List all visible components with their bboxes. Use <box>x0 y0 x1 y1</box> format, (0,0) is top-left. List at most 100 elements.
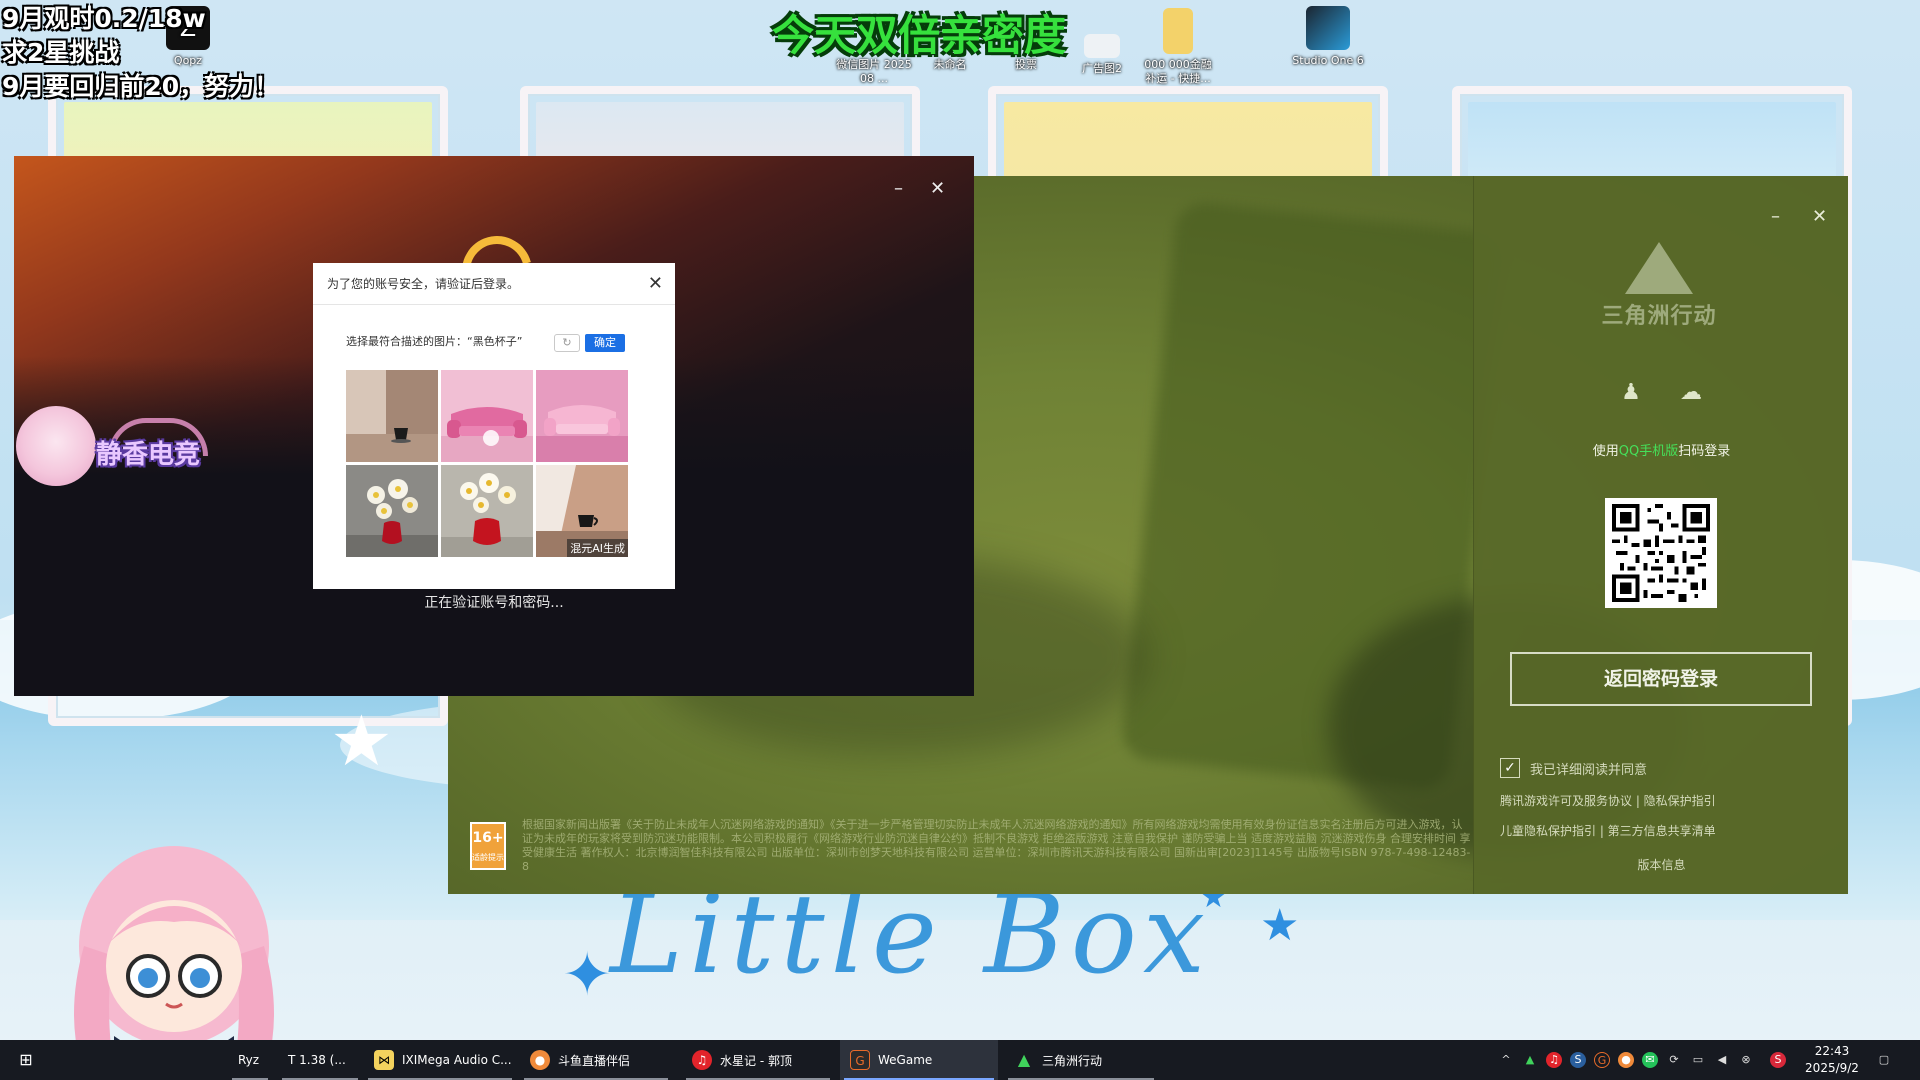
clock-date: 2025/9/2 <box>1805 1061 1859 1075</box>
captcha-image-flower-vase[interactable] <box>441 465 533 557</box>
input-method-icon[interactable]: S <box>1770 1052 1786 1068</box>
wechat-login-icon[interactable]: ☁ <box>1676 378 1706 408</box>
streamer-chibi-icon <box>16 406 96 486</box>
captcha-image-black-cup[interactable]: 混元AI生成 <box>536 465 628 557</box>
captcha-image-pink-sofa[interactable] <box>441 370 533 462</box>
douyu-tray-icon[interactable]: ● <box>1618 1052 1634 1068</box>
agreement-row: ✓ 我已详细阅读并同意 <box>1500 758 1647 778</box>
desktop-icon-ad-image[interactable]: 广告图2 <box>1062 22 1142 76</box>
captcha-title: 为了您的账号安全，请验证后登录。 <box>313 263 675 305</box>
game-name: 三角洲行动 <box>1601 304 1717 329</box>
double-intimacy-banner: 今天双倍亲密度 <box>772 11 1067 60</box>
taskbar-item-label: 斗鱼直播伴侣 <box>558 1053 631 1068</box>
captcha-prompt: 选择最符合描述的图片：“黑色杯子” <box>346 335 523 348</box>
star-decoration: ★ <box>1260 900 1300 951</box>
folder-shortcut-icon <box>1163 8 1193 54</box>
system-clock[interactable]: 22:43 2025/9/2 <box>1804 1043 1860 1077</box>
taskbar-item-douyu[interactable]: ● 斗鱼直播伴侣 <box>520 1040 672 1080</box>
goal-line: 求2星挑战 <box>2 38 120 67</box>
taskbar-item-delta-force[interactable]: ▲ 三角洲行动 <box>1004 1040 1158 1080</box>
mouse-cursor-icon <box>483 430 499 446</box>
iximega-icon: ⋈ <box>374 1050 394 1070</box>
clock-time: 22:43 <box>1814 1044 1850 1058</box>
network-icon[interactable]: ▭ <box>1690 1052 1706 1068</box>
login-verify-window: – ✕ 静香电竞 正在验证账号和密码... 为了您的账号安全，请验证后登录。 ✕… <box>14 156 974 696</box>
captcha-image-black-cup[interactable] <box>346 370 438 462</box>
close-button[interactable]: ✕ <box>1812 206 1827 227</box>
qq-login-icon[interactable]: ♟ <box>1616 378 1646 408</box>
delta-force-tray-icon[interactable]: ▲ <box>1522 1052 1538 1068</box>
star-decoration: ✦ <box>562 940 613 1010</box>
sync-tray-icon[interactable]: ⟳ <box>1666 1052 1682 1068</box>
studio-one-icon <box>1306 6 1350 50</box>
desktop-icon-label: Studio One 6 <box>1292 54 1364 67</box>
close-button[interactable]: ✕ <box>930 178 945 199</box>
taskbar-item-label: IXIMega Audio C... <box>402 1053 512 1067</box>
taskbar-item-label: Ryz <box>238 1053 260 1067</box>
captcha-refresh-button[interactable]: ↻ <box>554 334 580 352</box>
age-rating: 16+ <box>472 830 504 846</box>
taskbar-item-iximega[interactable]: ⋈ IXIMega Audio C... <box>364 1040 516 1080</box>
scan-tip-highlight: QQ手机版 <box>1618 444 1679 459</box>
return-password-login-button[interactable]: 返回密码登录 <box>1510 652 1812 706</box>
captcha-close-button[interactable]: ✕ <box>648 273 663 294</box>
star-decoration: ★ <box>330 700 393 782</box>
captcha-dialog: 为了您的账号安全，请验证后登录。 ✕ 选择最符合描述的图片：“黑色杯子” ↻ 确… <box>313 263 675 589</box>
wechat-tray-icon[interactable]: ✉ <box>1642 1052 1658 1068</box>
age-rating-badge: 16+ 适龄提示 <box>470 822 506 870</box>
verify-status-text: 正在验证账号和密码... <box>424 595 564 611</box>
vtuber-avatar <box>74 846 274 1040</box>
minimize-button[interactable]: – <box>894 178 903 199</box>
login-panel: – ✕ 三角洲行动 ♟ ☁ 使用QQ手机版扫码登录 返回密码登录 ✓ 我已详细阅… <box>1473 176 1848 894</box>
notification-icon[interactable]: ▢ <box>1876 1052 1892 1068</box>
taskbar-item-ryz[interactable]: Ryz <box>228 1040 272 1080</box>
taskbar-item-music[interactable]: ♫ 水星记 - 郭顶 <box>682 1040 834 1080</box>
taskbar-item-label: WeGame <box>878 1053 933 1067</box>
steam-tray-icon[interactable]: S <box>1570 1052 1586 1068</box>
image-file-icon <box>1084 34 1120 58</box>
taskbar-item-label: T 1.38 (... <box>288 1053 346 1067</box>
start-button[interactable]: ⊞ <box>6 1040 44 1080</box>
age-rating-label: 适龄提示 <box>472 853 504 862</box>
blocked-icon[interactable]: ⊗ <box>1738 1052 1754 1068</box>
taskbar-item-wegame[interactable]: G WeGame <box>840 1040 998 1080</box>
taskbar: ⊞ Ryz T 1.38 (... ⋈ IXIMega Audio C... ●… <box>0 1040 1920 1080</box>
desktop-icon-label: 广告图2 <box>1082 62 1122 75</box>
douyu-icon: ● <box>530 1050 550 1070</box>
desktop-icon-folder-shortcut[interactable]: 000 000金融 补运 - 快捷... <box>1138 8 1218 86</box>
scan-tip-text: 扫码登录 <box>1678 444 1731 459</box>
captcha-image-pink-sofa[interactable] <box>536 370 628 462</box>
wegame-icon: G <box>850 1050 870 1070</box>
taskbar-item-label: 三角洲行动 <box>1042 1053 1103 1068</box>
windows-icon: ⊞ <box>19 1050 33 1069</box>
scan-tip-text: 使用 <box>1592 444 1619 459</box>
terms-links[interactable]: 腾讯游戏许可及服务协议 | 隐私保护指引 <box>1500 792 1716 809</box>
taskbar-item-label: 水星记 - 郭顶 <box>720 1053 792 1068</box>
goal-line: 9月要回归前20，努力！ <box>2 72 280 101</box>
captcha-image-flower-vase[interactable] <box>346 465 438 557</box>
agreement-checkbox[interactable]: ✓ <box>1500 758 1520 778</box>
anti-addiction-notice: 根据国家新闻出版署《关于防止未成年人沉迷网络游戏的通知》《关于进一步严格管理切实… <box>522 818 1471 873</box>
captcha-confirm-button[interactable]: 确定 <box>585 334 625 352</box>
triangle-logo-icon <box>1625 242 1693 294</box>
desktop-icon-studio-one[interactable]: Studio One 6 <box>1288 6 1368 68</box>
volume-icon[interactable]: ◀ <box>1714 1052 1730 1068</box>
version-info-link[interactable]: 版本信息 <box>1474 856 1848 873</box>
ai-generated-caption: 混元AI生成 <box>567 539 628 557</box>
desktop-icon-label: 000 000金融 补运 - 快捷... <box>1144 58 1212 85</box>
qq-scan-tip: 使用QQ手机版扫码登录 <box>1474 440 1848 459</box>
delta-force-logo: 三角洲行动 <box>1594 242 1724 330</box>
streamer-logo: 静香电竞 <box>96 440 201 470</box>
delta-force-icon: ▲ <box>1017 1050 1031 1069</box>
goal-line: 9月观时0.2/18w <box>2 4 206 33</box>
minimize-button[interactable]: – <box>1771 206 1780 227</box>
qr-code-icon <box>1612 504 1710 602</box>
qr-code <box>1605 498 1717 608</box>
taskbar-item-t138[interactable]: T 1.38 (... <box>278 1040 362 1080</box>
stream-goal-overlay: 9月观时0.2/18w 求2星挑战 9月要回归前20，努力！ <box>2 2 279 104</box>
privacy-links[interactable]: 儿童隐私保护指引 | 第三方信息共享清单 <box>1500 822 1716 839</box>
agreement-label: 我已详细阅读并同意 <box>1530 762 1648 778</box>
music-tray-icon[interactable]: ♫ <box>1546 1052 1562 1068</box>
wegame-tray-icon[interactable]: G <box>1594 1052 1610 1068</box>
tray-expand-icon[interactable]: ^ <box>1498 1052 1514 1068</box>
